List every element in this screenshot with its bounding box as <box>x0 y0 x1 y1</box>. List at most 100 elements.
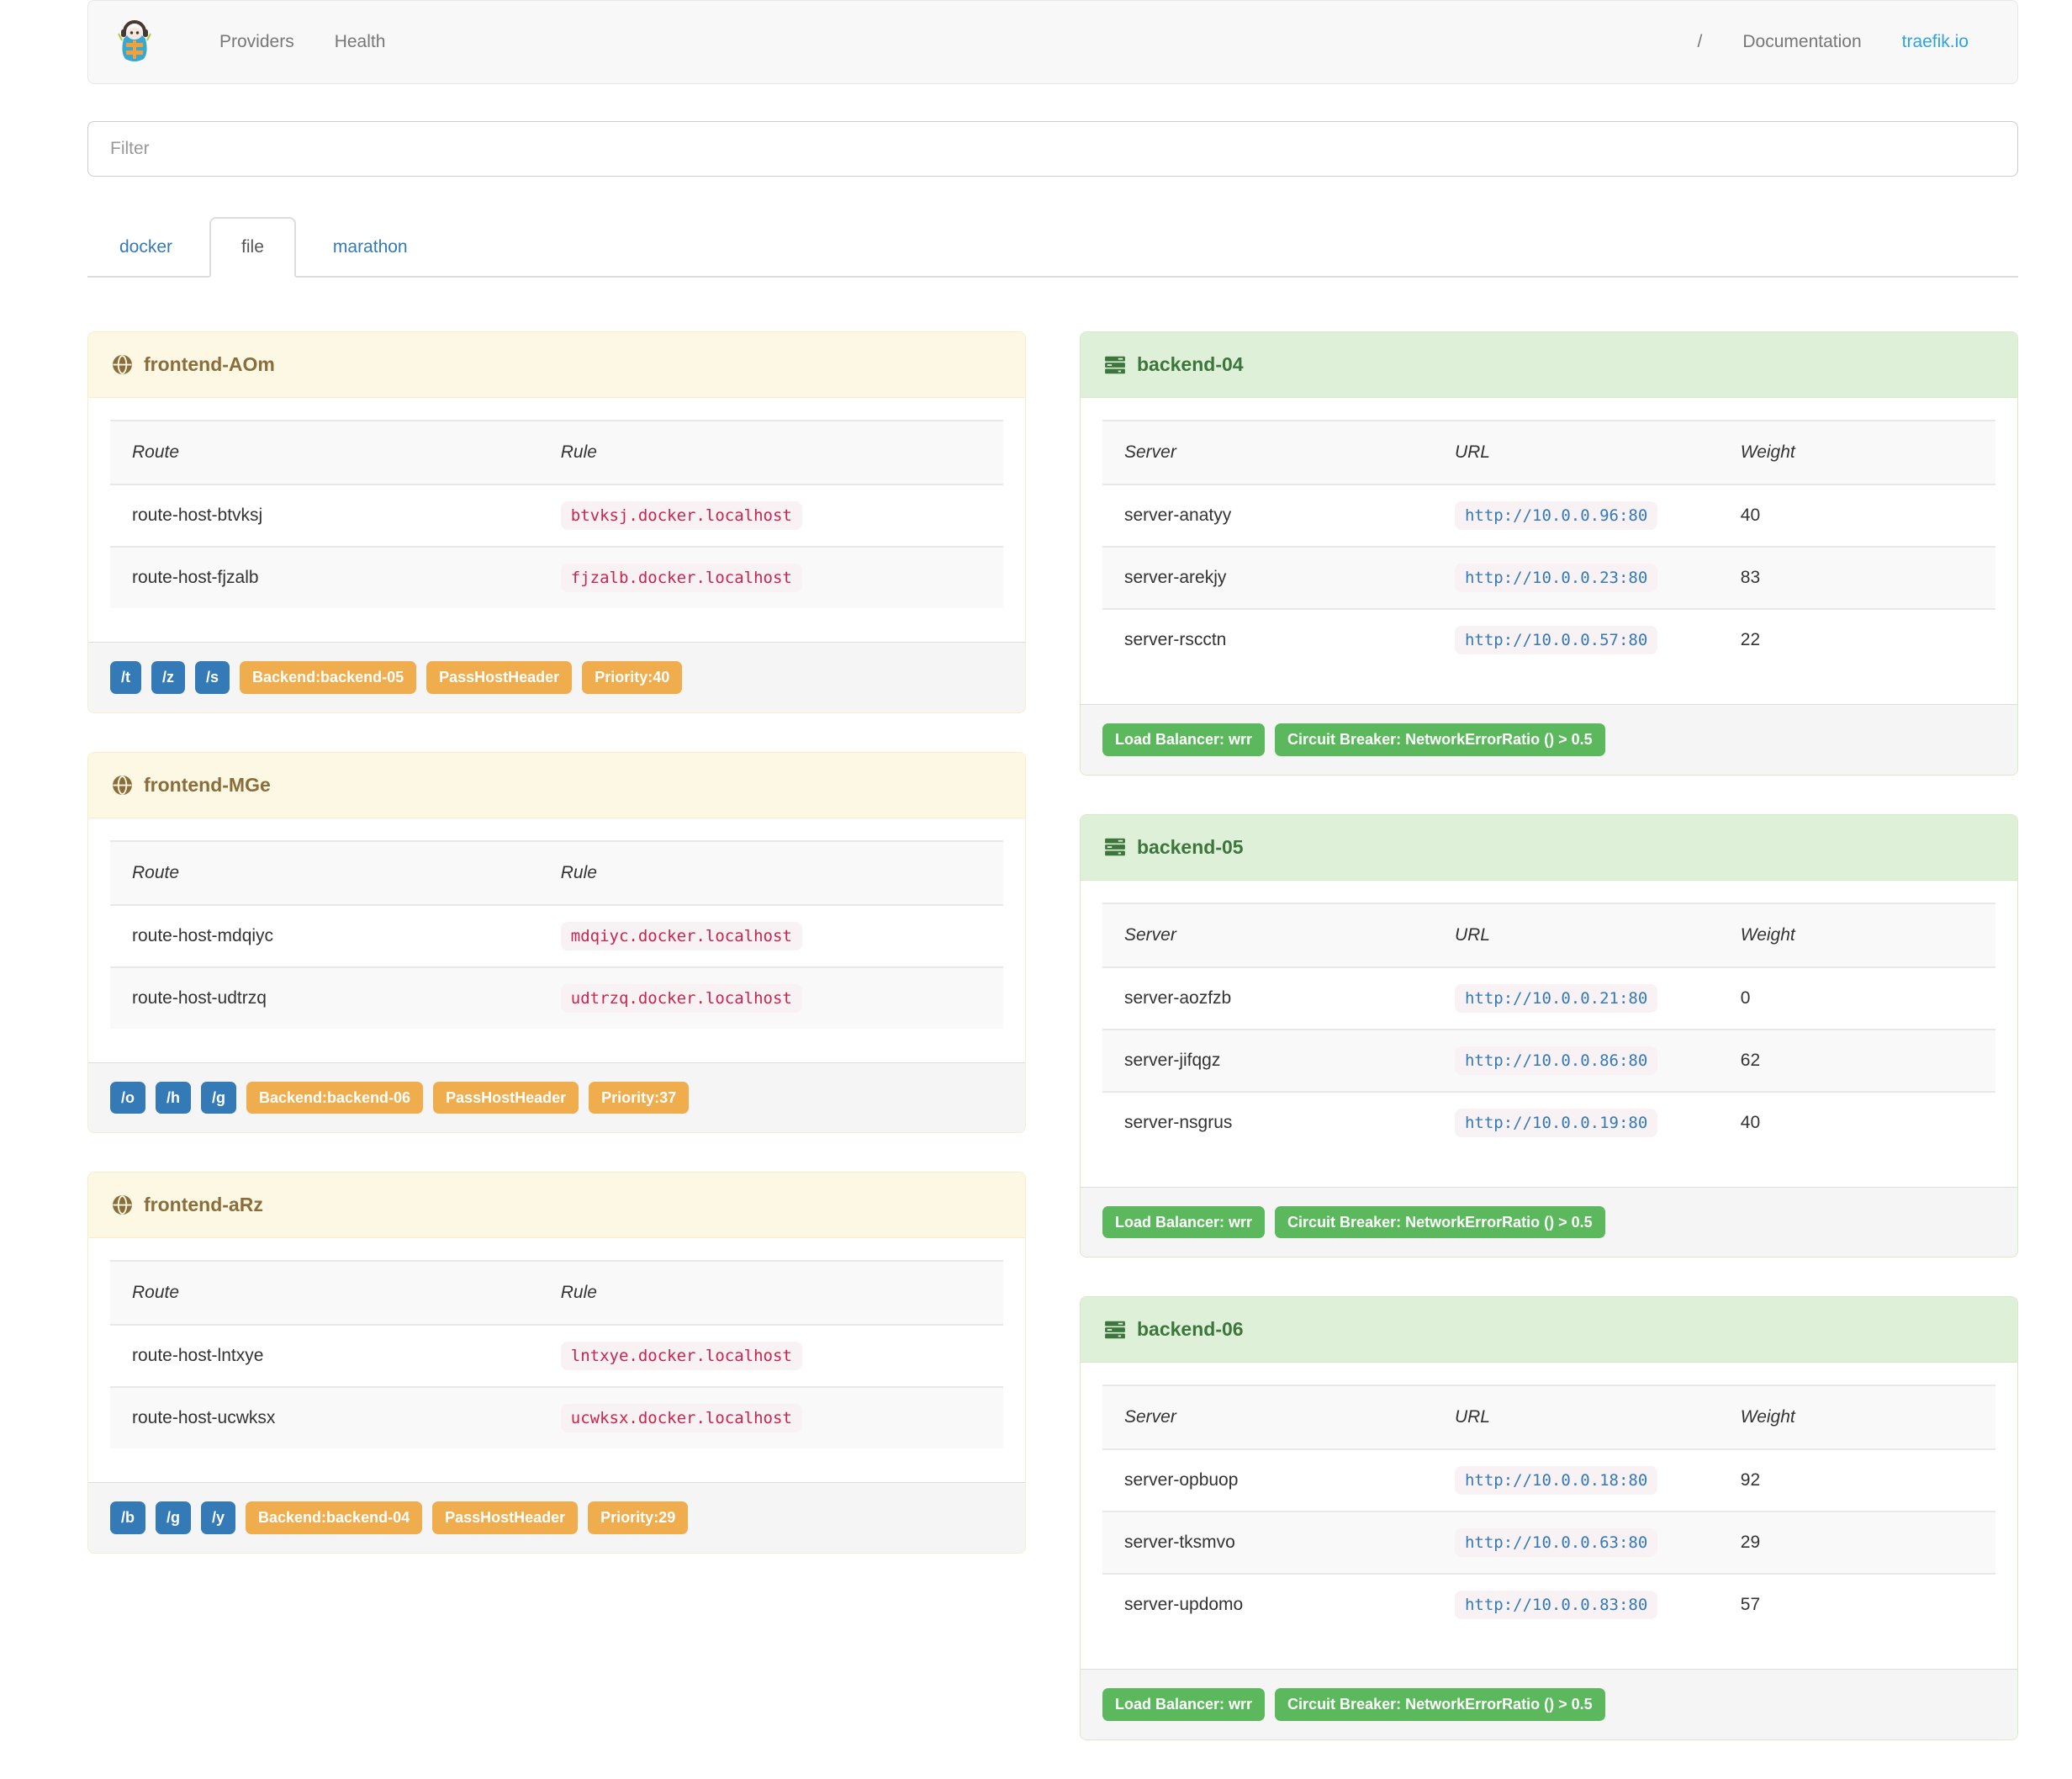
frontend-card-header: frontend-MGe <box>88 752 1025 818</box>
frontend-card-body: Route Rule route-host-btvksj btvksj.dock… <box>88 398 1025 642</box>
passhostheader-badge: PassHostHeader <box>426 661 573 694</box>
backend-card-footer: Load Balancer: wrr Circuit Breaker: Netw… <box>1081 704 2017 775</box>
circuit-breaker-badge: Circuit Breaker: NetworkErrorRatio () > … <box>1275 1205 1605 1239</box>
server-name: server-aozfzb <box>1102 966 1433 1030</box>
table-row: server-updomo http://10.0.0.83:80 57 <box>1102 1574 1995 1635</box>
column-header-url: URL <box>1432 420 1719 485</box>
column-header-server: Server <box>1102 902 1433 968</box>
column-header-route: Route <box>110 420 539 485</box>
server-weight: 57 <box>1740 1595 1761 1615</box>
backend-ref-badge: Backend:backend-06 <box>246 1081 424 1115</box>
rule-value: ucwksx.docker.localhost <box>560 1404 802 1433</box>
entry-point-badge: /y <box>201 1501 236 1535</box>
load-balancer-badge: Load Balancer: wrr <box>1102 1205 1266 1239</box>
server-weight: 0 <box>1718 966 1995 1030</box>
server-weight: 92 <box>1718 1449 1995 1513</box>
rule-value: lntxye.docker.localhost <box>560 1342 802 1371</box>
server-url: http://10.0.0.86:80 <box>1454 1046 1658 1075</box>
server-weight: 22 <box>1740 630 1761 649</box>
tab-file[interactable]: file <box>209 217 296 278</box>
frontend-card-footer: /b /g /y Backend:backend-04 PassHostHead… <box>88 1482 1025 1554</box>
server-url: http://10.0.0.18:80 <box>1454 1466 1658 1496</box>
server-name: server-arekjy <box>1102 547 1433 610</box>
routes-table: Route Rule route-host-mdqiyc mdqiyc.dock… <box>110 839 1003 1029</box>
column-header-url: URL <box>1432 1385 1719 1451</box>
backend-card-04: backend-04 Server URL Weight server-anat… <box>1080 331 2018 776</box>
servers-table: Server URL Weight server-aozfzb http://1… <box>1102 902 1995 1153</box>
column-header-url: URL <box>1432 902 1719 968</box>
table-row: server-tksmvo http://10.0.0.63:80 29 <box>1102 1512 1995 1575</box>
column-header-route: Route <box>110 1260 539 1326</box>
backends-column: backend-04 Server URL Weight server-anat… <box>1080 331 2018 1779</box>
backend-card-05: backend-05 Server URL Weight server-aozf… <box>1080 813 2018 1258</box>
backend-ref-badge: Backend:backend-04 <box>246 1501 423 1535</box>
route-name: route-host-btvksj <box>110 484 539 548</box>
server-url: http://10.0.0.19:80 <box>1454 1108 1658 1137</box>
entry-point-badge: /b <box>110 1501 145 1535</box>
frontend-card-aRz: frontend-aRz Route Rule route-host-lntxy… <box>87 1172 1026 1554</box>
entry-point-badge: /s <box>195 661 230 694</box>
backend-card-header: backend-05 <box>1081 814 2017 881</box>
tab-docker[interactable]: docker <box>87 217 204 278</box>
backend-card-body: Server URL Weight server-aozfzb http://1… <box>1081 881 2017 1187</box>
column-header-route: Route <box>110 839 539 906</box>
frontend-title: frontend-AOm <box>144 353 275 375</box>
nav-link-health[interactable]: Health <box>314 32 406 52</box>
frontend-card-header: frontend-AOm <box>88 332 1025 398</box>
circuit-breaker-badge: Circuit Breaker: NetworkErrorRatio () > … <box>1275 723 1605 756</box>
table-row: route-host-mdqiyc mdqiyc.docker.localhos… <box>110 904 1003 968</box>
nav-link-traefik-io[interactable]: traefik.io <box>1882 32 1989 52</box>
server-weight: 40 <box>1718 484 1995 548</box>
filter-wrap <box>87 121 2018 177</box>
frontend-card-header: frontend-aRz <box>88 1173 1025 1239</box>
server-weight: 29 <box>1718 1512 1995 1575</box>
route-name: route-host-mdqiyc <box>110 904 539 968</box>
table-row: server-rscctn http://10.0.0.57:80 22 <box>1102 609 1995 670</box>
backend-card-body: Server URL Weight server-opbuop http://1… <box>1081 1363 2017 1669</box>
circuit-breaker-badge: Circuit Breaker: NetworkErrorRatio () > … <box>1275 1688 1605 1722</box>
column-header-rule: Rule <box>538 420 1003 485</box>
routes-table: Route Rule route-host-btvksj btvksj.dock… <box>110 420 1003 608</box>
frontend-card-body: Route Rule route-host-mdqiyc mdqiyc.dock… <box>88 818 1025 1062</box>
table-row: server-arekjy http://10.0.0.23:80 83 <box>1102 547 1995 610</box>
table-row: route-host-fjzalb fjzalb.docker.localhos… <box>110 547 1003 608</box>
provider-tabs: docker file marathon <box>87 217 2018 278</box>
server-weight: 62 <box>1718 1029 1995 1093</box>
backend-title: backend-05 <box>1137 835 1244 858</box>
server-weight: 83 <box>1718 547 1995 610</box>
rule-value: mdqiyc.docker.localhost <box>560 921 802 950</box>
load-balancer-badge: Load Balancer: wrr <box>1102 1688 1266 1722</box>
nav-link-providers[interactable]: Providers <box>199 32 314 52</box>
server-name: server-tksmvo <box>1102 1512 1433 1575</box>
entry-point-badge: /g <box>201 1081 236 1115</box>
column-header-rule: Rule <box>538 1260 1003 1326</box>
navbar-right: / Documentation traefik.io <box>1678 32 1989 52</box>
filter-input[interactable] <box>87 121 2018 177</box>
servers-table: Server URL Weight server-anatyy http://1… <box>1102 420 1995 670</box>
nav-link-documentation[interactable]: Documentation <box>1722 32 1881 52</box>
passhostheader-badge: PassHostHeader <box>432 1501 579 1535</box>
traefik-brand[interactable] <box>117 20 152 64</box>
server-name: server-jifqgz <box>1102 1029 1433 1093</box>
content-columns: frontend-AOm Route Rule route-host-btvks… <box>87 331 2018 1779</box>
server-url: http://10.0.0.57:80 <box>1454 626 1658 654</box>
entry-point-badge: /z <box>151 661 186 694</box>
route-name: route-host-lntxye <box>110 1325 539 1389</box>
server-icon <box>1104 836 1126 858</box>
servers-table: Server URL Weight server-opbuop http://1… <box>1102 1385 1995 1635</box>
route-name: route-host-udtrzq <box>132 987 267 1008</box>
entry-point-badge: /h <box>156 1081 191 1115</box>
nav-separator: / <box>1697 32 1703 51</box>
table-row: route-host-ucwksx ucwksx.docker.localhos… <box>110 1387 1003 1449</box>
backend-card-body: Server URL Weight server-anatyy http://1… <box>1081 398 2017 704</box>
backend-ref-badge: Backend:backend-05 <box>240 661 417 694</box>
tab-marathon[interactable]: marathon <box>301 217 440 278</box>
passhostheader-badge: PassHostHeader <box>433 1081 579 1115</box>
backend-card-header: backend-04 <box>1081 332 2017 398</box>
column-header-server: Server <box>1102 1385 1433 1451</box>
rule-value: btvksj.docker.localhost <box>560 501 802 530</box>
globe-icon <box>112 354 133 375</box>
priority-badge: Priority:37 <box>589 1081 690 1115</box>
globe-icon <box>112 1194 133 1215</box>
routes-table: Route Rule route-host-lntxye lntxye.dock… <box>110 1260 1003 1449</box>
